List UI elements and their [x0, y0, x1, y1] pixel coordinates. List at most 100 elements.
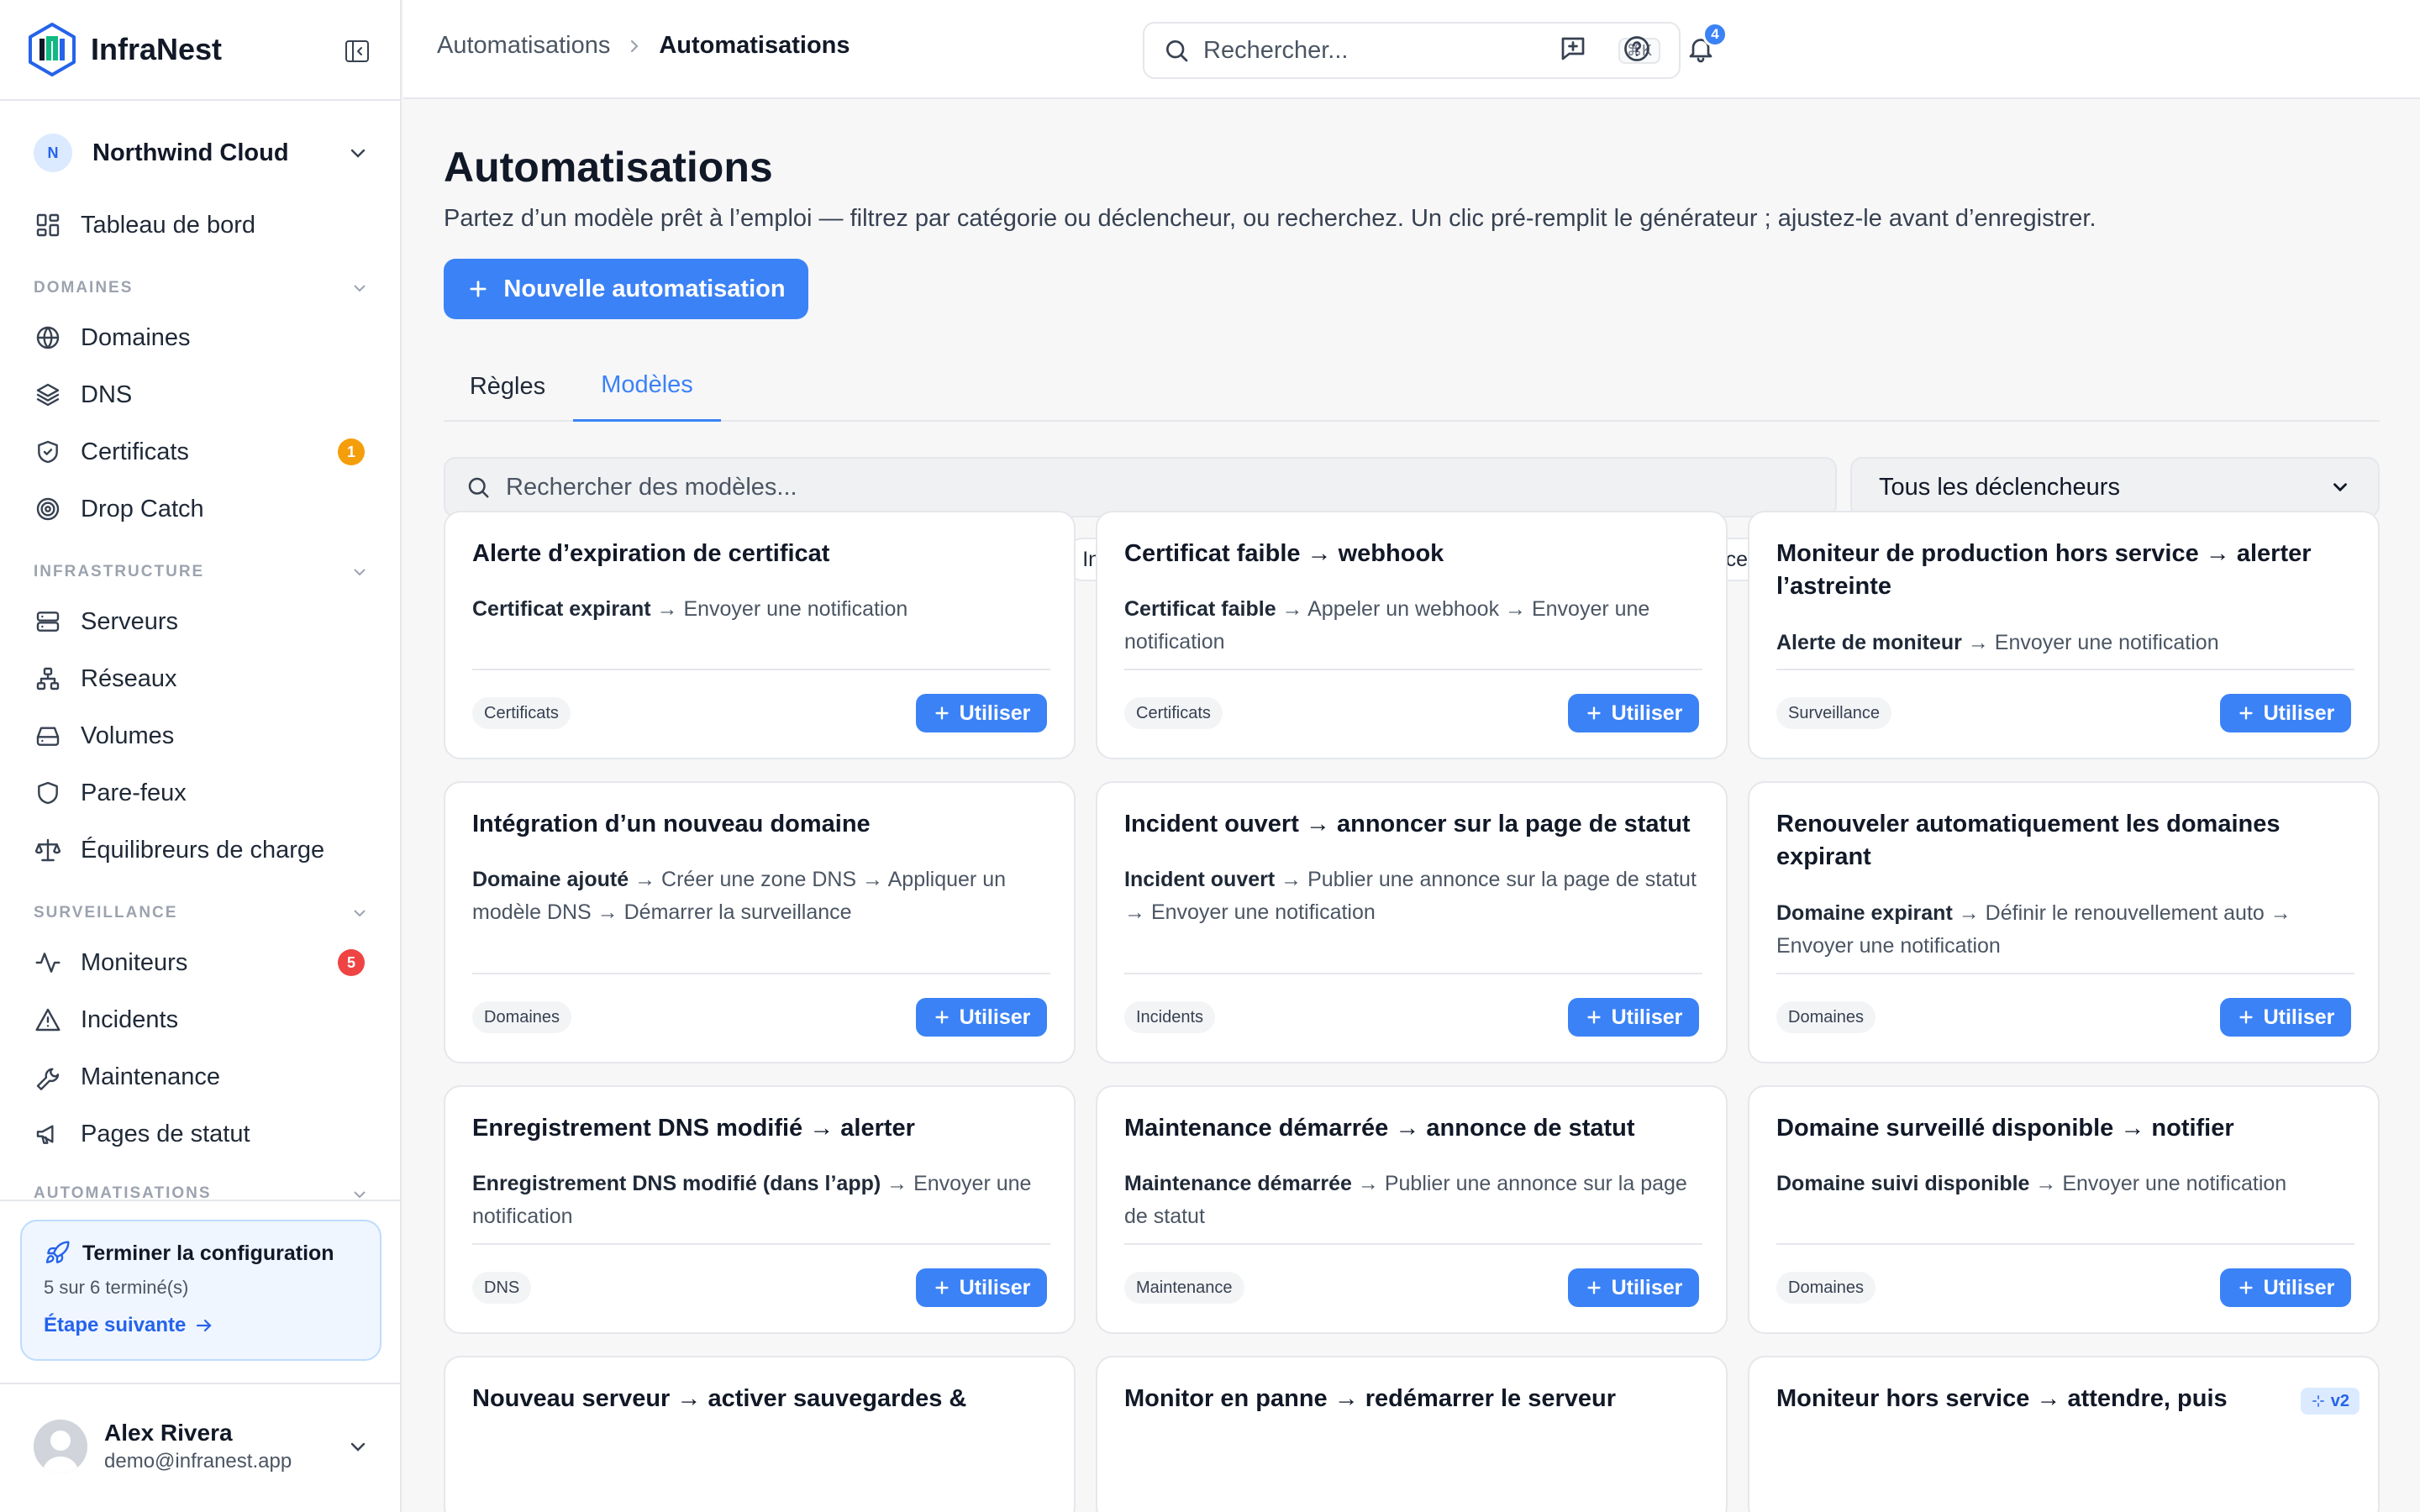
hard-drive-icon — [34, 722, 62, 750]
use-template-button[interactable]: Utiliser — [1568, 694, 1699, 732]
sidebar-item-monitors[interactable]: Moniteurs 5 — [34, 939, 370, 986]
global-search-input[interactable]: Rechercher... ⌘K — [1143, 22, 1681, 79]
sidebar-item-label: Pages de statut — [81, 1120, 250, 1147]
template-card[interactable]: Moniteur hors service → attendre, puis v2 — [1748, 1356, 2380, 1512]
user-menu[interactable]: Alex Rivera demo@infranest.app — [34, 1411, 370, 1482]
template-card[interactable]: Nouveau serveur → activer sauvegardes & — [444, 1356, 1076, 1512]
search-icon — [468, 477, 489, 498]
sidebar-item-incidents[interactable]: Incidents — [34, 996, 370, 1043]
sidebar-item-volumes[interactable]: Volumes — [34, 712, 370, 759]
card-divider — [1124, 1243, 1702, 1245]
sidebar-item-maintenance[interactable]: Maintenance — [34, 1053, 370, 1100]
new-automation-button[interactable]: Nouvelle automatisation — [444, 259, 808, 319]
use-template-button[interactable]: Utiliser — [916, 998, 1047, 1037]
arrow-right-icon — [197, 1319, 212, 1332]
sidebar-item-dashboard[interactable]: Tableau de bord — [34, 202, 370, 249]
brand[interactable]: InfraNest — [27, 20, 222, 79]
template-title: Certificat faible → webhook — [1124, 540, 1444, 567]
section-infrastructure[interactable]: INFRASTRUCTURE — [34, 559, 370, 585]
template-card[interactable]: Domaine surveillé disponible → notifier D… — [1748, 1085, 2380, 1334]
chevron-down-icon — [354, 910, 366, 917]
app-name: InfraNest — [91, 32, 223, 66]
rocket-icon — [45, 1241, 70, 1263]
sidebar-item-domains[interactable]: Domaines — [34, 314, 370, 361]
megaphone-icon — [34, 1120, 62, 1148]
use-label: Utiliser — [959, 1005, 1031, 1029]
shield-icon — [34, 779, 62, 807]
help-icon[interactable] — [1622, 34, 1655, 67]
template-card[interactable]: Maintenance démarrée → annonce de statut… — [1096, 1085, 1728, 1334]
org-switcher[interactable]: N Northwind Cloud — [34, 131, 370, 175]
page-title: Automatisations — [444, 144, 773, 191]
sidebar-item-dns[interactable]: DNS — [34, 371, 370, 418]
use-template-button[interactable]: Utiliser — [916, 694, 1047, 732]
section-label: SURVEILLANCE — [34, 904, 178, 921]
plus-icon — [935, 706, 949, 720]
avatar — [34, 1420, 87, 1473]
category-tag: Surveillance — [1776, 697, 1891, 729]
sidebar-item-label: DNS — [81, 381, 133, 408]
sidebar-item-servers[interactable]: Serveurs — [34, 598, 370, 645]
section-automations[interactable]: AUTOMATISATIONS — [34, 1184, 370, 1200]
topbar: Automatisations Automatisations Recherch… — [403, 0, 2420, 99]
alert-triangle-icon — [34, 1005, 62, 1034]
infranest-logo-icon — [29, 23, 76, 76]
feedback-icon[interactable] — [1558, 34, 1591, 67]
use-template-button[interactable]: Utiliser — [1568, 1268, 1699, 1307]
org-name: Northwind Cloud — [92, 139, 289, 166]
template-title: Alerte d’expiration de certificat — [472, 540, 830, 567]
template-card[interactable]: Intégration d’un nouveau domaine Domaine … — [444, 781, 1076, 1063]
sidebar-item-drop-catch[interactable]: Drop Catch — [34, 486, 370, 533]
template-steps: → Envoyer une notification — [2029, 1172, 2287, 1195]
sidebar-item-load-balancers[interactable]: Équilibreurs de charge — [34, 827, 370, 874]
sidebar-item-networks[interactable]: Réseaux — [34, 655, 370, 702]
template-search-input[interactable]: Rechercher des modèles... — [444, 457, 1837, 517]
next-step-link[interactable]: Étape suivante — [44, 1314, 358, 1337]
use-template-button[interactable]: Utiliser — [916, 1268, 1047, 1307]
template-card[interactable]: Alerte d’expiration de certificat Certifi… — [444, 511, 1076, 759]
bell-icon[interactable]: 4 — [1686, 22, 1728, 67]
template-flow: Certificat expirant → Envoyer une notifi… — [472, 593, 1052, 626]
template-card[interactable]: Monitor en panne → redémarrer le serveur — [1096, 1356, 1728, 1512]
tab-templates[interactable]: Modèles — [573, 351, 721, 422]
category-tag: Maintenance — [1124, 1272, 1244, 1304]
sidebar-item-label: Moniteurs — [81, 948, 188, 976]
new-automation-label: Nouvelle automatisation — [503, 275, 786, 302]
use-template-button[interactable]: Utiliser — [2220, 998, 2351, 1037]
sidebar-item-label: Tableau de bord — [81, 211, 255, 239]
template-flow: Domaine ajouté → Créer une zone DNS → Ap… — [472, 864, 1052, 929]
template-flow: Enregistrement DNS modifié (dans l’app) … — [472, 1168, 1052, 1233]
use-label: Utiliser — [2263, 701, 2335, 725]
sidebar-divider — [0, 1200, 402, 1201]
trigger-filter-select[interactable]: Tous les déclencheurs — [1850, 457, 2380, 517]
collapse-sidebar-icon[interactable] — [343, 37, 371, 66]
tab-rules[interactable]: Règles — [444, 351, 571, 422]
template-card[interactable]: Incident ouvert → annoncer sur la page d… — [1096, 781, 1728, 1063]
use-template-button[interactable]: Utiliser — [2220, 694, 2351, 732]
sidebar-item-certificates[interactable]: Certificats 1 — [34, 428, 370, 475]
sidebar-item-firewalls[interactable]: Pare-feux — [34, 769, 370, 816]
globe-icon — [34, 323, 62, 352]
template-card[interactable]: Moniteur de production hors service → al… — [1748, 511, 2380, 759]
plus-icon — [1587, 1281, 1601, 1294]
section-monitoring[interactable]: SURVEILLANCE — [34, 900, 370, 926]
use-label: Utiliser — [959, 701, 1031, 725]
use-template-button[interactable]: Utiliser — [2220, 1268, 2351, 1307]
notification-badge: 4 — [1702, 22, 1728, 47]
dashboard-icon — [34, 211, 62, 239]
template-card[interactable]: Enregistrement DNS modifié → alerter Enre… — [444, 1085, 1076, 1334]
section-domains[interactable]: DOMAINES — [34, 276, 370, 301]
breadcrumb-parent[interactable]: Automatisations — [437, 32, 610, 60]
search-icon — [1166, 40, 1188, 62]
sidebar-item-label: Domaines — [81, 323, 191, 351]
layers-icon — [34, 381, 62, 409]
template-title: Renouveler automatiquement les domaines … — [1776, 811, 2281, 870]
template-card[interactable]: Certificat faible → webhook Certificat fa… — [1096, 511, 1728, 759]
plus-icon — [2239, 1011, 2253, 1024]
chevron-down-icon — [354, 569, 366, 576]
sidebar-item-status-pages[interactable]: Pages de statut — [34, 1110, 370, 1158]
use-template-button[interactable]: Utiliser — [1568, 998, 1699, 1037]
use-label: Utiliser — [1611, 1005, 1683, 1029]
category-tag: DNS — [472, 1272, 532, 1304]
template-card[interactable]: Renouveler automatiquement les domaines … — [1748, 781, 2380, 1063]
